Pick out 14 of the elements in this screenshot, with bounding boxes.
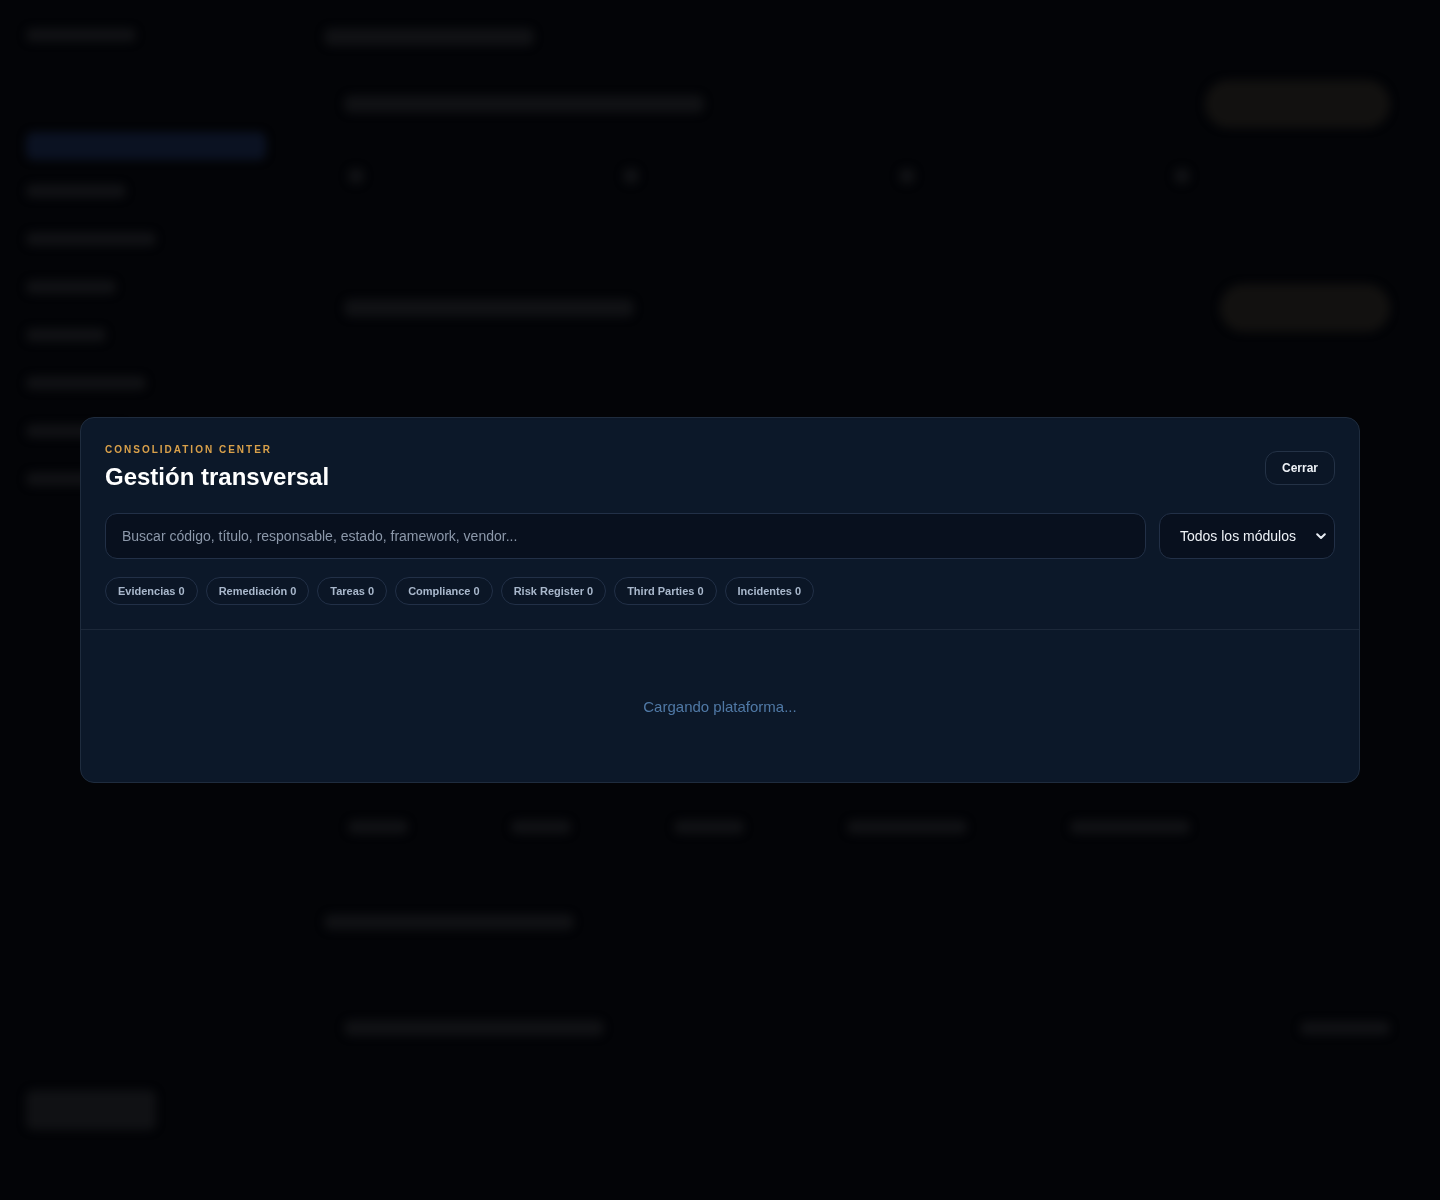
filter-chip[interactable]: Tareas 0 <box>317 577 388 605</box>
module-select[interactable]: Todos los módulos <box>1159 513 1335 559</box>
filter-chip[interactable]: Risk Register 0 <box>500 577 607 605</box>
search-field[interactable]: Buscar código, título, responsable, estado, framework, vendor... <box>105 513 1146 559</box>
filter-chip[interactable]: Evidencias 0 <box>105 577 198 605</box>
filter-chip[interactable]: Incidentes 0 <box>724 577 815 605</box>
filter-chip[interactable]: Remediación 0 <box>205 577 310 605</box>
modal-title: Gestión transversal <box>105 462 330 492</box>
filter-chip[interactable]: Compliance 0 <box>395 577 493 605</box>
filter-chip[interactable]: Third Parties 0 <box>614 577 717 605</box>
eyebrow-label: CONSOLIDATION CENTER <box>105 444 274 456</box>
chevron-down-icon <box>1316 532 1326 540</box>
loading-message: Cargando plataforma... <box>643 697 797 715</box>
close-button[interactable]: Cerrar <box>1264 451 1335 485</box>
